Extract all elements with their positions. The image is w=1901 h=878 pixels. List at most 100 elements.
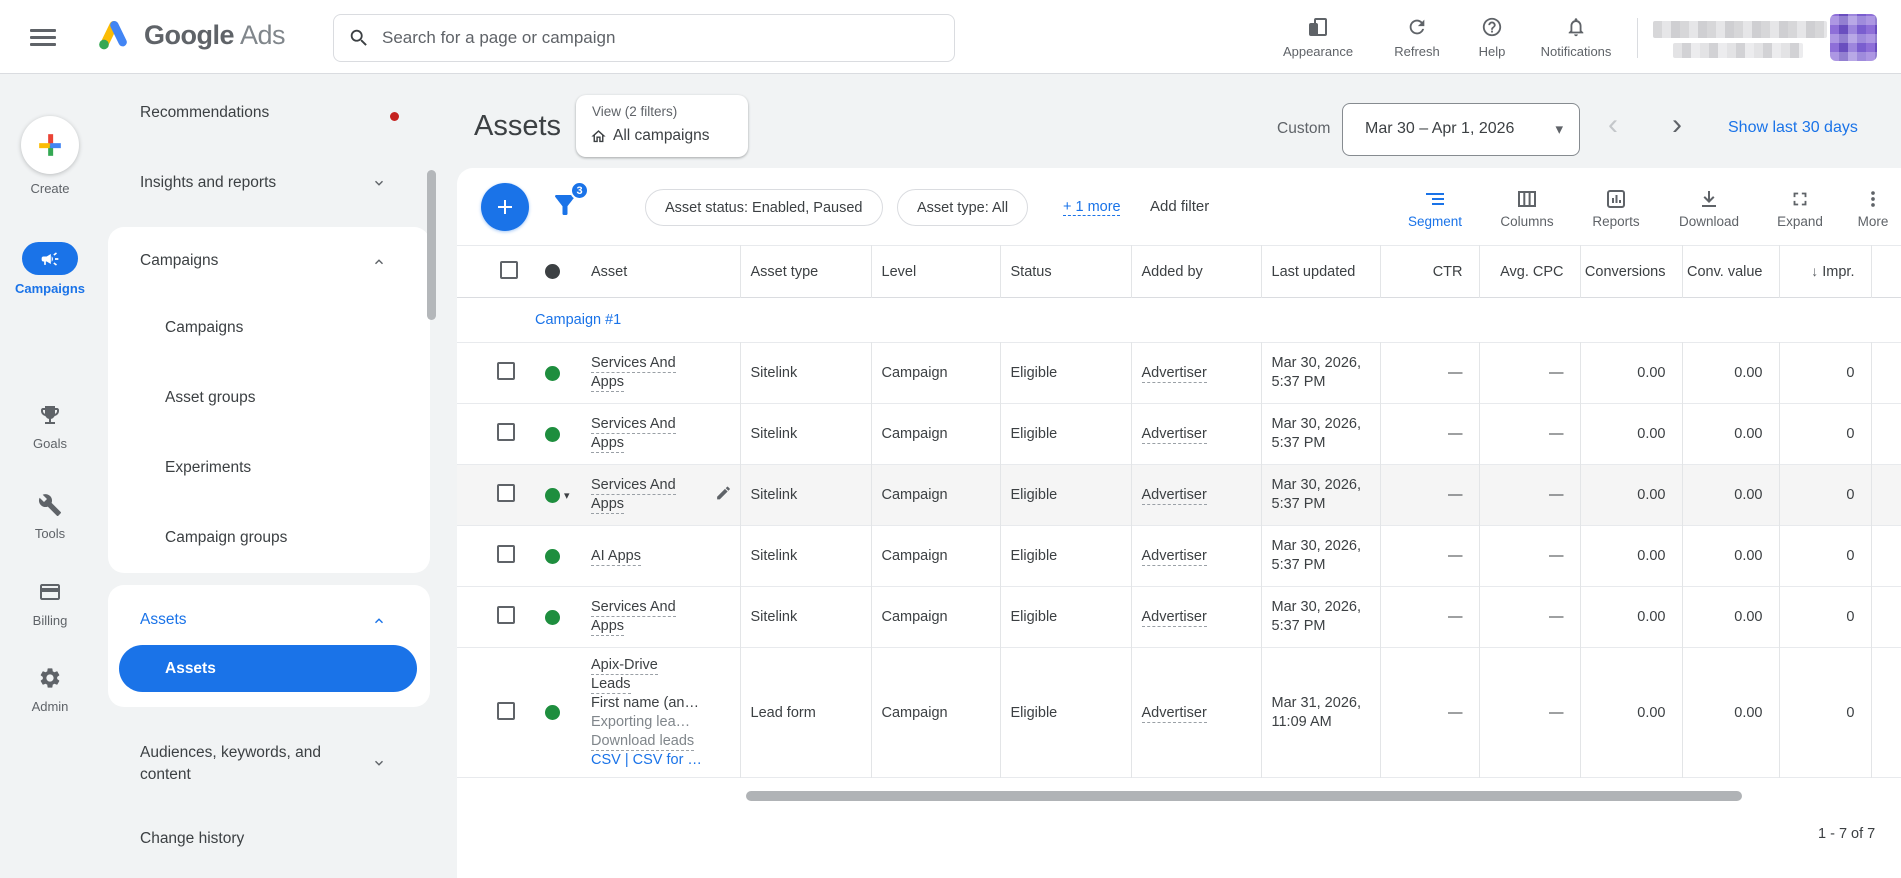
more-button[interactable]: More [1833,185,1901,229]
status-enabled-dot[interactable] [545,705,560,721]
added-by-link[interactable]: Advertiser [1141,548,1207,566]
table-header-row: Asset Asset type Level Status Added by L… [457,245,1901,298]
status-enabled-dot[interactable] [545,426,560,442]
rail-item-campaigns[interactable]: Campaigns [0,242,100,296]
chevron-down-icon[interactable] [372,176,386,190]
main-menu-icon[interactable] [30,25,56,49]
campaigns-megaphone-icon [22,242,78,275]
added-by-link[interactable]: Advertiser [1141,365,1207,383]
status-enabled-dot[interactable] [545,548,560,564]
table-row: Services And Apps Sitelink Campaign Elig… [457,342,1901,404]
edit-pencil-icon[interactable] [715,485,732,506]
sidebar-section-assets[interactable]: Assets [140,611,187,629]
segment-button[interactable]: Segment [1390,185,1480,229]
row-checkbox[interactable] [497,545,515,563]
global-search[interactable] [333,14,955,62]
download-button[interactable]: Download [1664,185,1754,229]
row-checkbox[interactable] [497,423,515,441]
help-button[interactable]: Help [1444,13,1540,59]
status-dropdown-caret-icon[interactable]: ▾ [564,490,570,502]
added-by-link[interactable]: Advertiser [1141,609,1207,627]
add-filter-button[interactable]: Add filter [1150,198,1209,215]
row-checkbox[interactable] [497,362,515,380]
col-header-impr[interactable]: ↓ Impr. [1778,245,1871,298]
appearance-button[interactable]: Appearance [1270,13,1366,59]
rail-item-create[interactable]: Create [0,116,100,196]
status-enabled-dot[interactable] [545,609,560,625]
view-filter-card[interactable]: View (2 filters) All campaigns [576,95,748,157]
sidebar-item-audiences[interactable]: Audiences, keywords, and content [140,742,321,786]
rail-item-admin[interactable]: Admin [0,662,100,714]
col-header-ctr[interactable]: CTR [1379,245,1479,298]
date-next-button[interactable]: › [1672,108,1682,142]
account-name-redacted [1653,21,1827,38]
date-prev-button[interactable]: ‹ [1608,108,1618,142]
campaign-group-row: Campaign #1 [457,298,1901,343]
row-checkbox[interactable] [497,484,515,502]
asset-link[interactable]: AI Apps [591,547,641,566]
col-header-conv-value[interactable]: Conv. value [1681,245,1779,298]
search-icon [350,29,367,46]
row-checkbox[interactable] [497,606,515,624]
segment-icon [1390,185,1480,212]
asset-link[interactable]: Services And [591,599,676,617]
col-header-conversions[interactable]: Conversions [1579,245,1682,298]
csv-links[interactable]: CSV | CSV for … [591,751,736,770]
columns-icon [1482,185,1572,212]
chevron-up-icon[interactable] [372,614,386,628]
col-header-asset[interactable]: Asset [581,246,740,298]
show-last-30-days-link[interactable]: Show last 30 days [1728,119,1858,137]
rail-item-tools[interactable]: Tools [0,489,100,541]
col-header-asset-type[interactable]: Asset type [739,245,871,298]
sidebar-item-campaign-groups[interactable]: Campaign groups [165,529,287,547]
reports-button[interactable]: Reports [1571,185,1661,229]
added-by-link[interactable]: Advertiser [1141,426,1207,444]
asset-link[interactable]: Leads [591,675,631,694]
google-ads-logo[interactable]: Google Ads [94,15,286,55]
sidenav-scrollbar[interactable] [427,170,436,320]
asset-link[interactable]: Services And [591,355,676,373]
sidebar-item-insights[interactable]: Insights and reports [140,174,276,192]
campaign-link[interactable]: Campaign #1 [535,312,621,328]
asset-link[interactable]: Services And [591,477,676,495]
sidebar-item-asset-groups[interactable]: Asset groups [165,389,255,407]
sidebar-item-recommendations[interactable]: Recommendations [140,104,269,122]
col-header-added-by[interactable]: Added by [1130,245,1261,298]
col-header-level[interactable]: Level [870,245,1000,298]
sidebar-item-experiments[interactable]: Experiments [165,459,251,477]
columns-button[interactable]: Columns [1482,185,1572,229]
col-header-status[interactable]: Status [999,245,1131,298]
added-by-link[interactable]: Advertiser [1141,487,1207,505]
row-checkbox[interactable] [497,701,515,720]
chevron-up-icon[interactable] [372,255,386,269]
filter-chip-asset-status[interactable]: Asset status: Enabled, Paused [645,189,883,226]
create-plus-icon [21,116,79,174]
search-input[interactable] [382,28,940,48]
rail-item-billing[interactable]: Billing [0,576,100,628]
expand-button[interactable]: Expand [1755,185,1845,229]
col-header-last-updated[interactable]: Last updated [1260,245,1380,298]
rail-item-goals[interactable]: Goals [0,399,100,451]
asset-link[interactable]: Services And [591,416,676,434]
assets-table: Asset Asset type Level Status Added by L… [457,245,1901,778]
asset-link[interactable]: Apix-Drive [591,656,658,675]
col-header-avg-cpc[interactable]: Avg. CPC [1478,245,1580,298]
sidebar-item-assets-selected[interactable]: Assets [119,645,417,692]
add-asset-button[interactable] [481,183,529,231]
filter-chip-asset-type[interactable]: Asset type: All [897,189,1029,226]
chevron-down-icon[interactable] [372,756,386,770]
horizontal-scrollbar[interactable] [746,791,1742,801]
added-by-link[interactable]: Advertiser [1141,704,1207,723]
date-range-picker[interactable]: Mar 30 – Apr 1, 2026 ▾ [1342,103,1580,156]
sidebar-section-campaigns[interactable]: Campaigns [140,252,218,270]
avatar[interactable] [1830,14,1877,61]
more-filters-link[interactable]: + 1 more [1063,199,1121,215]
status-enabled-dot[interactable] [545,487,560,503]
notifications-button[interactable]: Notifications [1528,13,1624,59]
status-enabled-dot[interactable] [545,365,560,381]
topbar-divider [1637,18,1638,58]
download-leads-link[interactable]: Download leads [591,732,695,751]
sidebar-item-campaigns[interactable]: Campaigns [165,319,243,337]
select-all-checkbox[interactable] [500,260,518,279]
sidebar-item-change-history[interactable]: Change history [140,830,244,848]
